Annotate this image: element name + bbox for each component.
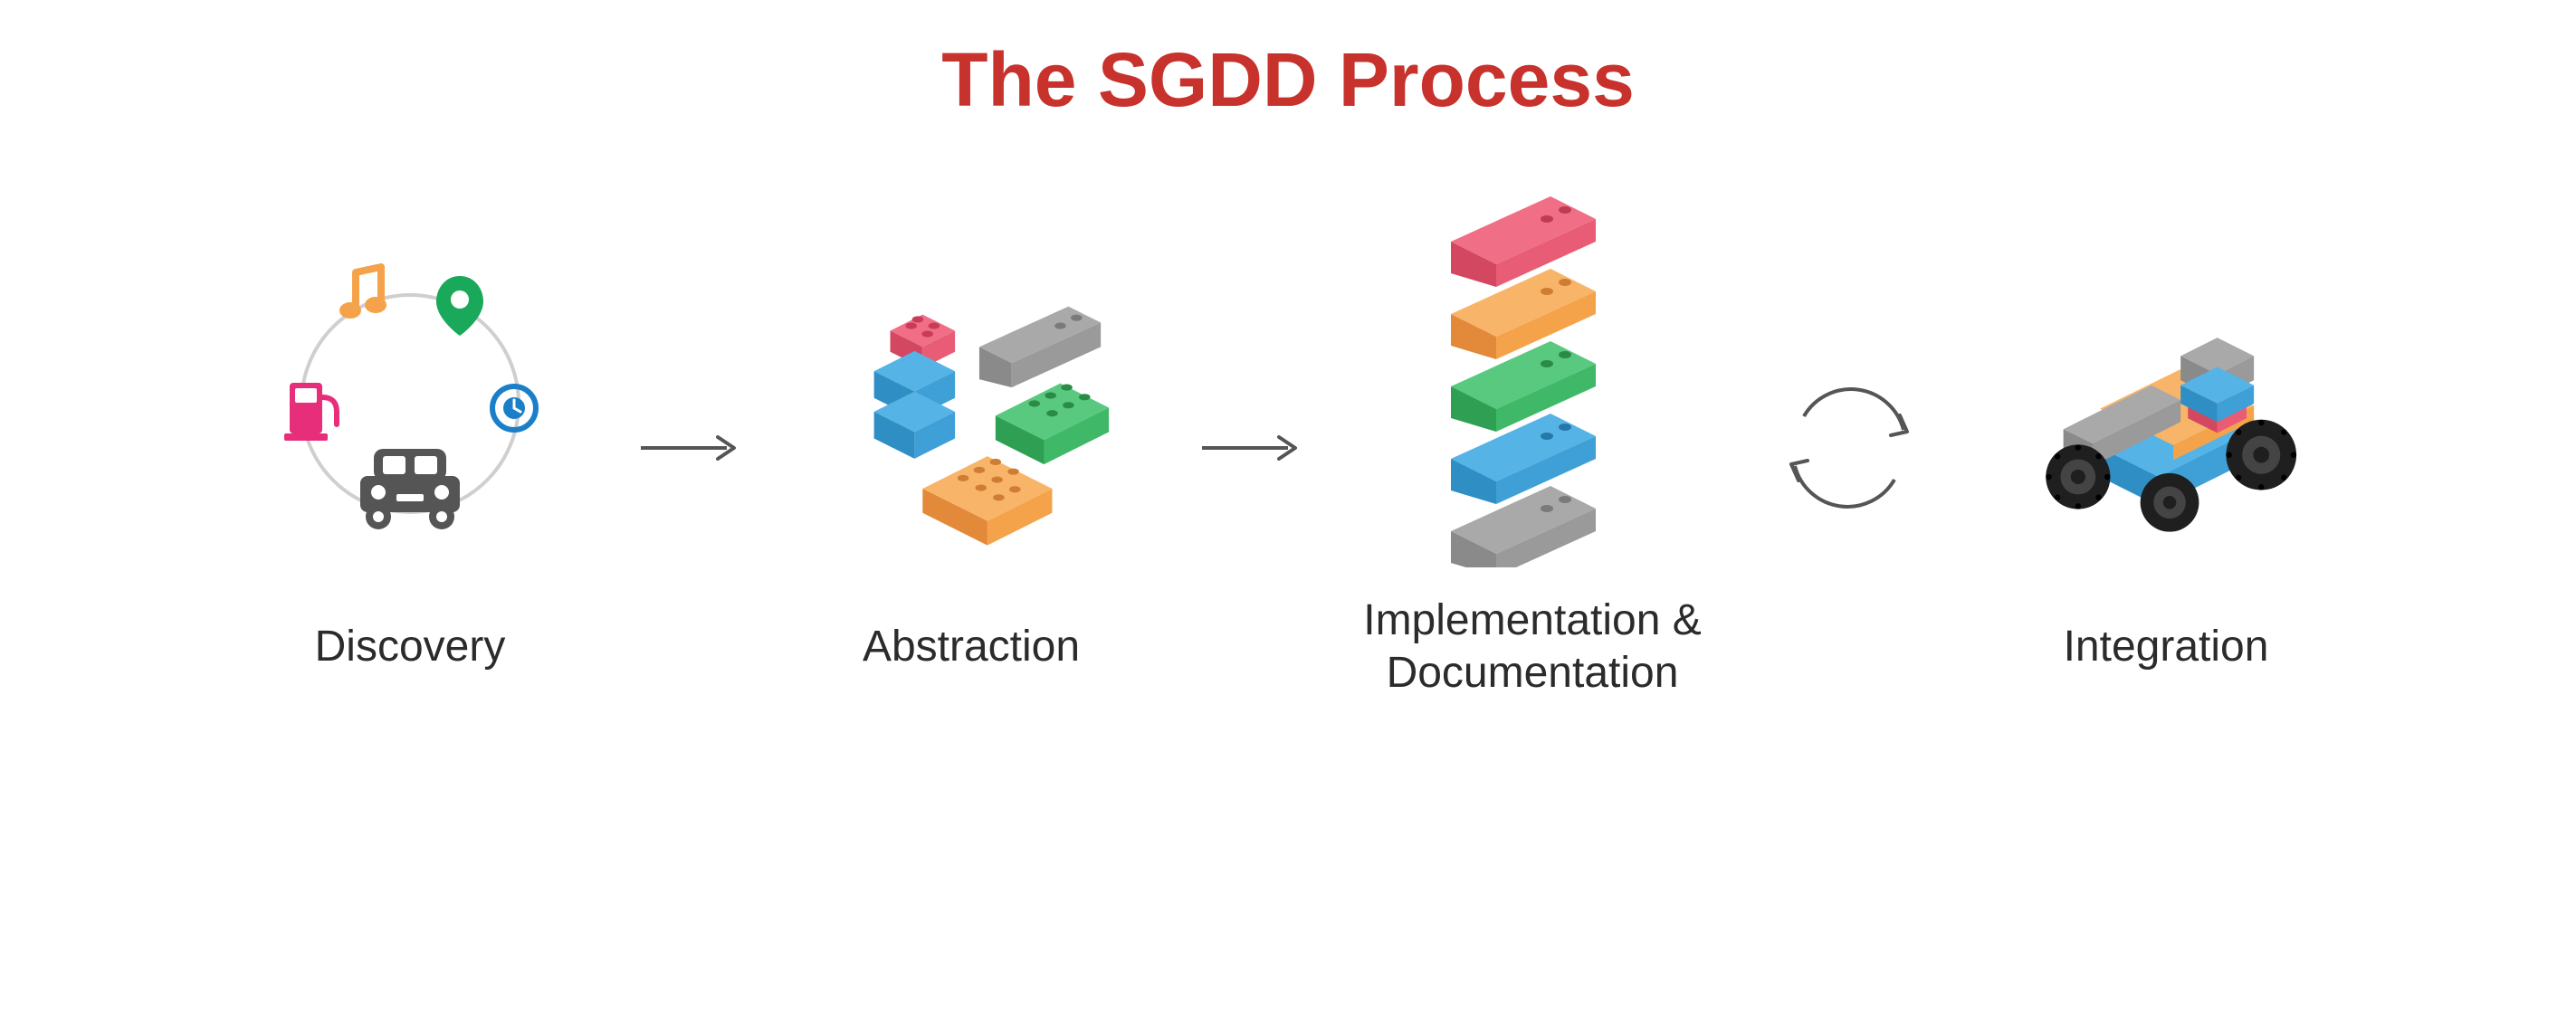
step-discovery: Discovery: [220, 223, 600, 673]
diagram-title: The SGDD Process: [941, 36, 1635, 124]
car-icon: [360, 449, 460, 529]
music-icon: [339, 267, 386, 319]
clock-icon: [492, 386, 536, 430]
step-label-integration: Integration: [2064, 621, 2269, 673]
step-abstraction: Abstraction: [781, 223, 1161, 673]
integration-illustration: [2012, 223, 2320, 585]
step-integration: Integration: [1976, 223, 2356, 673]
cycle-arrows: [1759, 267, 1940, 629]
location-pin-icon: [436, 276, 483, 336]
arrow-1: [636, 267, 745, 629]
step-implementation: Implementation &Documentation: [1342, 196, 1722, 699]
wheel-icon: [2046, 444, 2110, 509]
wheel-icon: [2226, 420, 2296, 490]
discovery-illustration: [256, 223, 564, 585]
abstraction-illustration: [817, 223, 1125, 585]
implementation-illustration: [1379, 196, 1686, 558]
step-label-implementation: Implementation &Documentation: [1363, 595, 1702, 699]
step-label-discovery: Discovery: [315, 621, 506, 673]
wheel-icon: [2141, 473, 2199, 532]
arrow-2: [1197, 267, 1306, 629]
step-label-abstraction: Abstraction: [863, 621, 1080, 673]
gas-pump-icon: [284, 383, 337, 441]
process-row: Discovery: [0, 196, 2576, 699]
